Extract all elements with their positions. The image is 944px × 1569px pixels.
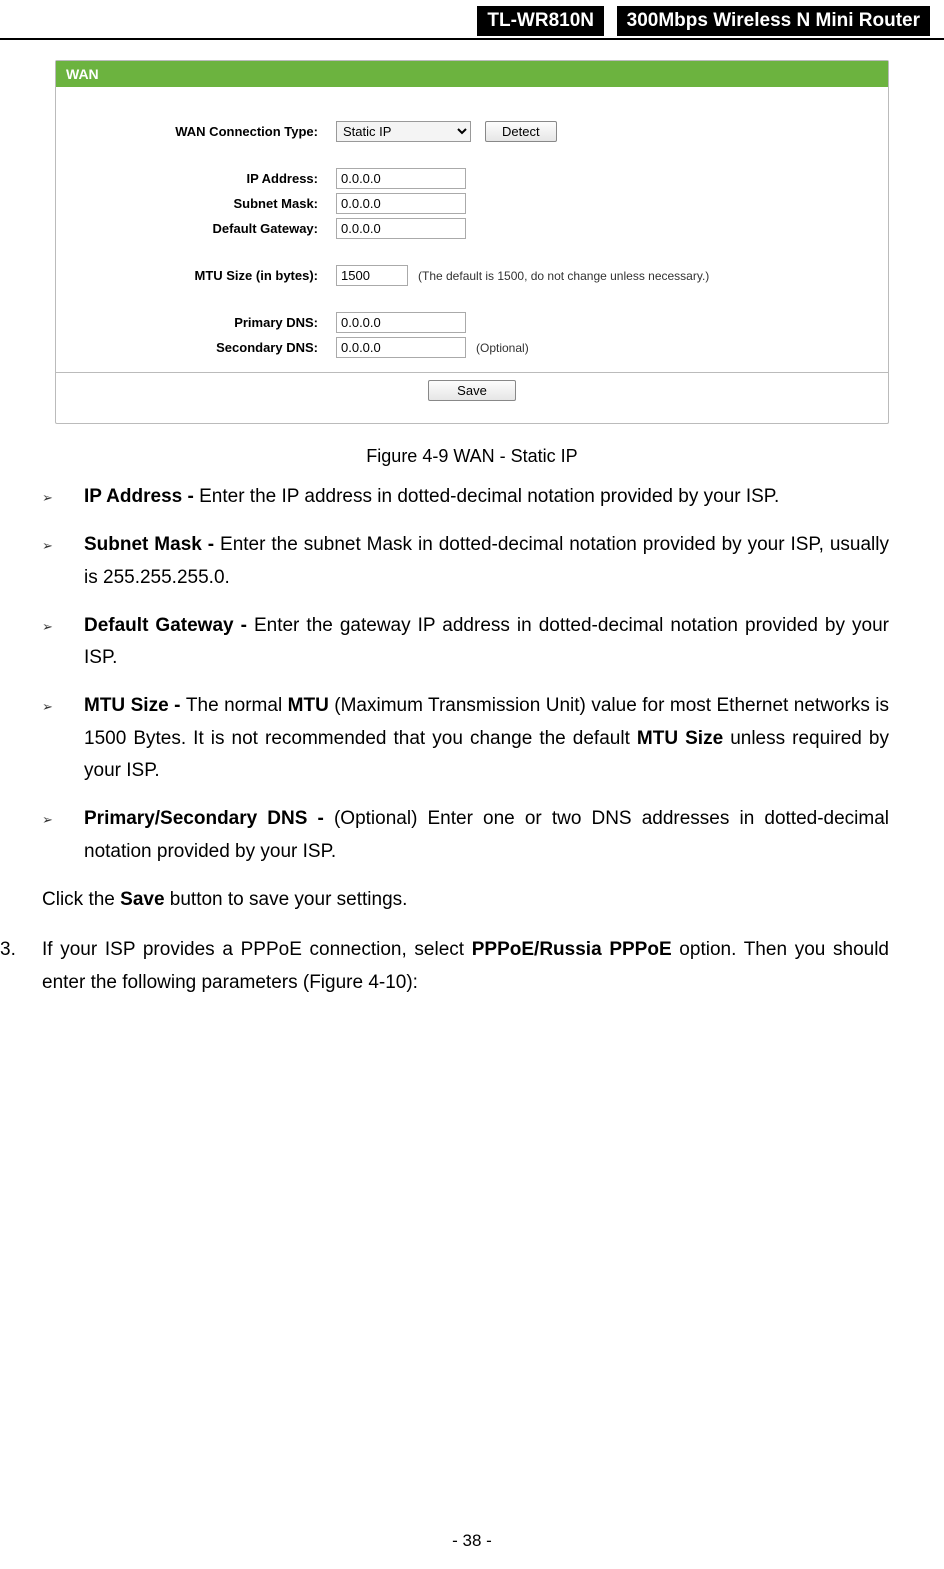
primary-dns-input[interactable] <box>336 312 466 333</box>
save-button[interactable]: Save <box>428 380 516 401</box>
wan-panel-title: WAN <box>56 61 888 87</box>
bullet-mtu-size: MTU Size - The normal MTU (Maximum Trans… <box>84 690 889 787</box>
secondary-dns-input[interactable] <box>336 337 466 358</box>
mtu-hint-text: (The default is 1500, do not change unle… <box>418 269 709 283</box>
subnet-mask-input[interactable] <box>336 193 466 214</box>
wan-connection-type-label: WAN Connection Type: <box>56 124 336 139</box>
secondary-dns-hint: (Optional) <box>476 341 529 355</box>
click-save-text: Click the Save button to save your setti… <box>42 884 889 916</box>
chevron-right-icon: ➢ <box>42 803 84 868</box>
ip-address-input[interactable] <box>336 168 466 189</box>
mtu-size-label: MTU Size (in bytes): <box>56 268 336 283</box>
default-gateway-input[interactable] <box>336 218 466 239</box>
mtu-size-input[interactable] <box>336 265 408 286</box>
primary-dns-label: Primary DNS: <box>56 315 336 330</box>
list-number-3: 3. <box>0 934 42 999</box>
chevron-right-icon: ➢ <box>42 690 84 787</box>
bullet-subnet-mask: Subnet Mask - Enter the subnet Mask in d… <box>84 529 889 594</box>
bullet-dns: Primary/Secondary DNS - (Optional) Enter… <box>84 803 889 868</box>
default-gateway-label: Default Gateway: <box>56 221 336 236</box>
wan-connection-type-select[interactable]: Static IP <box>336 121 471 142</box>
secondary-dns-label: Secondary DNS: <box>56 340 336 355</box>
detect-button[interactable]: Detect <box>485 121 557 142</box>
bullet-ip-address: IP Address - Enter the IP address in dot… <box>84 481 889 513</box>
page-number: - 38 - <box>0 1531 944 1551</box>
header-product: 300Mbps Wireless N Mini Router <box>617 6 930 36</box>
ip-address-label: IP Address: <box>56 171 336 186</box>
header-model: TL-WR810N <box>477 6 604 36</box>
subnet-mask-label: Subnet Mask: <box>56 196 336 211</box>
bullet-default-gateway: Default Gateway - Enter the gateway IP a… <box>84 610 889 675</box>
chevron-right-icon: ➢ <box>42 610 84 675</box>
chevron-right-icon: ➢ <box>42 481 84 513</box>
wan-panel: WAN WAN Connection Type: Static IP Detec… <box>55 60 889 424</box>
page-header: TL-WR810N 300Mbps Wireless N Mini Router <box>0 0 944 40</box>
chevron-right-icon: ➢ <box>42 529 84 594</box>
item-3-text: If your ISP provides a PPPoE connection,… <box>42 934 889 999</box>
figure-caption: Figure 4-9 WAN - Static IP <box>0 446 944 467</box>
